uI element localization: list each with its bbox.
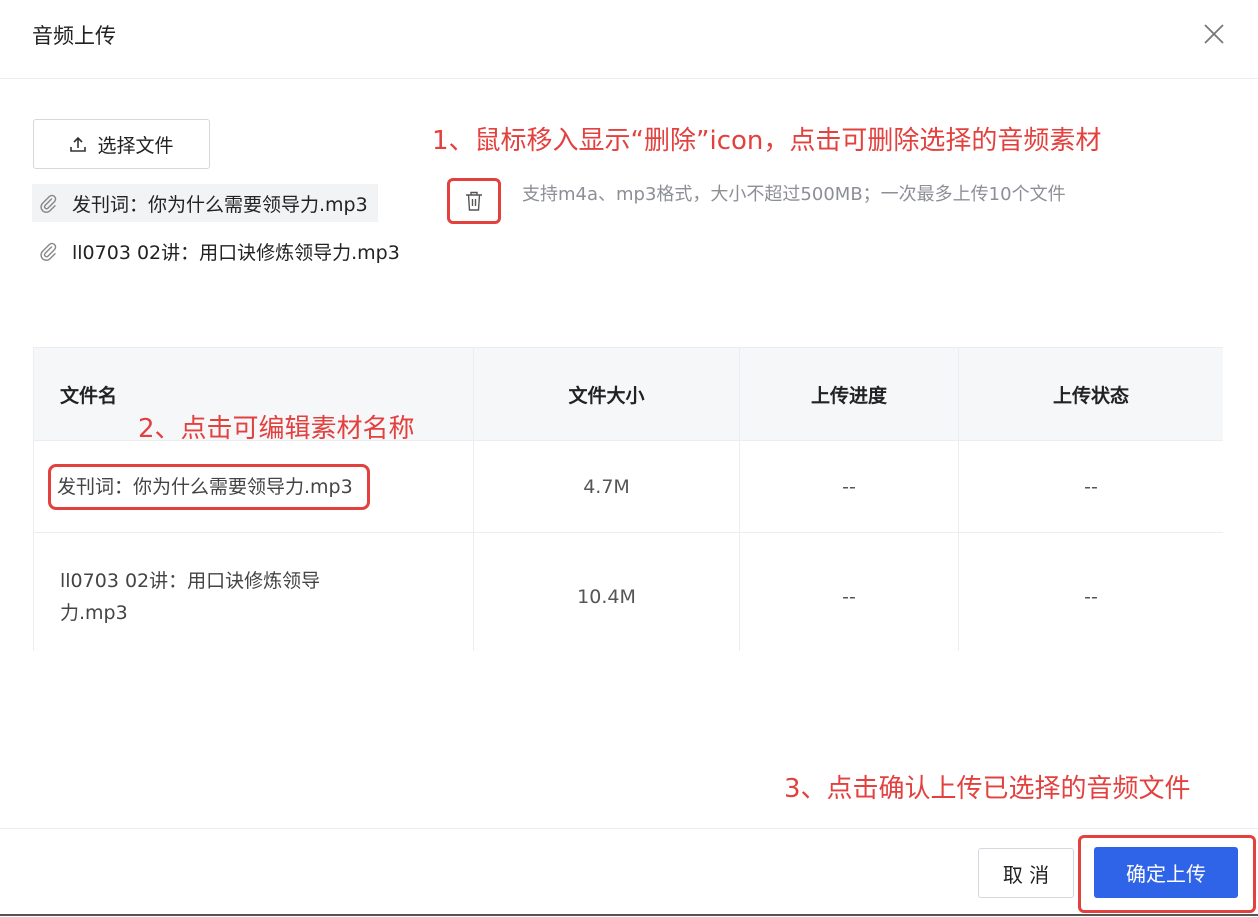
- delete-file-button[interactable]: [447, 178, 501, 224]
- filename-cell: ll0703 02讲：用口诀修炼领导力.mp3: [33, 532, 474, 651]
- filename-cell: 发刊词：你为什么需要领导力.mp3: [33, 440, 474, 533]
- filesize-cell: 10.4M: [473, 532, 740, 651]
- upload-icon: [69, 135, 87, 153]
- trash-icon: [466, 191, 482, 211]
- paperclip-icon: [38, 193, 58, 213]
- column-header-status: 上传状态: [958, 347, 1223, 441]
- table-row: ll0703 02讲：用口诀修炼领导力.mp3 10.4M -- --: [33, 532, 1223, 651]
- select-file-button[interactable]: 选择文件: [33, 119, 210, 169]
- column-header-progress: 上传进度: [739, 347, 959, 441]
- dialog-header: 音频上传: [0, 0, 1258, 79]
- dialog-title: 音频上传: [32, 24, 116, 48]
- filename-edit-field[interactable]: ll0703 02讲：用口诀修炼领导力.mp3: [60, 565, 380, 629]
- filesize-cell: 4.7M: [473, 440, 740, 533]
- select-file-label: 选择文件: [97, 134, 174, 157]
- column-header-filesize: 文件大小: [473, 347, 740, 441]
- table-row: 发刊词：你为什么需要领导力.mp3 4.7M -- --: [33, 440, 1223, 533]
- annotation-edit-hint: 2、点击可编辑素材名称: [138, 414, 415, 444]
- selected-file-name: ll0703 02讲：用口诀修炼领导力.mp3: [72, 241, 400, 264]
- selected-file-item[interactable]: ll0703 02讲：用口诀修炼领导力.mp3: [32, 232, 400, 270]
- upload-file-table: 文件名 文件大小 上传进度 上传状态 发刊词：你为什么需要领导力.mp3 4.7…: [33, 347, 1223, 651]
- paperclip-icon: [38, 241, 58, 261]
- cancel-button[interactable]: 取 消: [978, 848, 1074, 898]
- annotation-delete-hint: 1、鼠标移入显示“删除”icon，点击可删除选择的音频素材: [432, 126, 1102, 156]
- progress-cell: --: [739, 440, 959, 533]
- close-icon[interactable]: [1196, 16, 1232, 52]
- upload-format-tip: 支持m4a、mp3格式，大小不超过500MB；一次最多上传10个文件: [522, 184, 1066, 205]
- progress-cell: --: [739, 532, 959, 651]
- confirm-upload-button[interactable]: 确定上传: [1094, 847, 1238, 898]
- upload-dialog: 音频上传 选择文件 1、鼠标移入显示“删除”icon，点击可删除选择的音频素材 …: [0, 0, 1258, 916]
- selected-file-name: 发刊词：你为什么需要领导力.mp3: [72, 193, 368, 216]
- selected-file-item[interactable]: 发刊词：你为什么需要领导力.mp3: [32, 184, 378, 222]
- status-cell: --: [958, 532, 1223, 651]
- status-cell: --: [958, 440, 1223, 533]
- filename-edit-field[interactable]: 发刊词：你为什么需要领导力.mp3: [48, 463, 370, 510]
- annotation-confirm-hint: 3、点击确认上传已选择的音频文件: [784, 774, 1191, 804]
